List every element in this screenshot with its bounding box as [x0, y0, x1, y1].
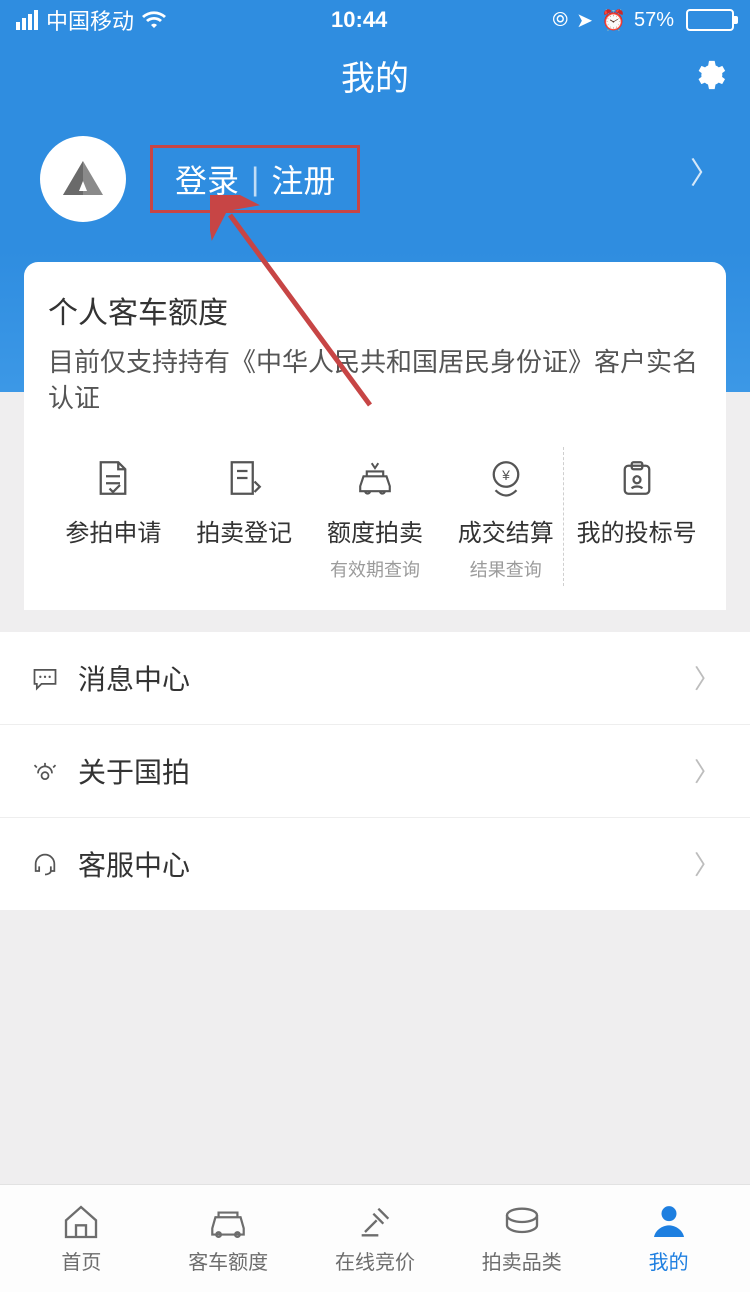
action-settlement[interactable]: ¥ 成交结算 结果查询 [440, 451, 571, 582]
gavel-icon [355, 1198, 395, 1242]
auction-icon [352, 451, 398, 505]
quota-card: 个人客车额度 目前仅支持持有《中华人民共和国居民身份证》客户实名认证 参拍申请 … [24, 262, 726, 610]
status-left: 中国移动 [16, 4, 166, 36]
list-item-support[interactable]: 客服中心 〉 [0, 818, 750, 910]
chevron-right-icon: 〉 [694, 845, 720, 882]
list-label: 消息中心 [78, 658, 190, 698]
battery-pct: 57% [634, 9, 674, 32]
list-label: 客服中心 [78, 844, 190, 884]
tab-bidding[interactable]: 在线竞价 [302, 1198, 449, 1275]
alarm-icon: ⏰ [601, 8, 626, 33]
tab-home[interactable]: 首页 [8, 1198, 155, 1275]
tab-mine[interactable]: 我的 [595, 1198, 742, 1275]
action-sublabel: 有效期查询 [330, 556, 420, 582]
status-right: ⦾ ➤ ⏰ 57% [552, 8, 734, 33]
category-icon [502, 1198, 542, 1242]
action-label: 我的投标号 [577, 513, 697, 548]
separator: | [251, 161, 259, 198]
chevron-right-icon: 〉 [690, 148, 720, 192]
user-icon [649, 1198, 689, 1242]
wifi-icon [142, 11, 166, 29]
tab-bar: 首页 客车额度 在线竞价 拍卖品类 我的 [0, 1184, 750, 1292]
register-icon [223, 451, 265, 505]
title-row: 我的 [0, 40, 750, 110]
action-label: 拍卖登记 [196, 513, 292, 548]
login-row[interactable]: 登录 | 注册 〉 [0, 110, 750, 222]
carrier-label: 中国移动 [46, 4, 134, 36]
page-title: 我的 [341, 51, 409, 100]
car-icon [206, 1198, 250, 1242]
register-label: 注册 [271, 156, 335, 202]
avatar-placeholder-icon [59, 155, 107, 203]
tab-label: 在线竞价 [335, 1246, 415, 1275]
bidno-icon [616, 451, 658, 505]
location-icon: ➤ [576, 8, 593, 33]
chevron-right-icon: 〉 [694, 659, 720, 696]
card-desc: 目前仅支持持有《中华人民共和国居民身份证》客户实名认证 [48, 344, 702, 417]
tab-label: 拍卖品类 [482, 1246, 562, 1275]
tab-label: 客车额度 [188, 1246, 268, 1275]
avatar [40, 136, 126, 222]
gear-icon [692, 58, 726, 92]
action-auction[interactable]: 额度拍卖 有效期查询 [310, 451, 441, 582]
action-register[interactable]: 拍卖登记 [179, 451, 310, 548]
settlement-icon: ¥ [485, 451, 527, 505]
home-icon [61, 1198, 101, 1242]
action-sublabel: 结果查询 [470, 556, 542, 582]
action-row: 参拍申请 拍卖登记 额度拍卖 有效期查询 ¥ 成交结算 结果查询 [48, 451, 702, 582]
message-icon [30, 664, 60, 692]
action-label: 成交结算 [458, 513, 554, 548]
battery-icon [686, 9, 734, 31]
action-apply[interactable]: 参拍申请 [48, 451, 179, 548]
signal-icon [16, 10, 38, 30]
lock-icon: ⦾ [552, 9, 568, 32]
menu-list: 消息中心 〉 关于国拍 〉 客服中心 〉 [0, 632, 750, 910]
list-item-messages[interactable]: 消息中心 〉 [0, 632, 750, 725]
card-title: 个人客车额度 [48, 288, 702, 332]
login-register-button[interactable]: 登录 | 注册 [150, 145, 360, 213]
svg-text:¥: ¥ [501, 467, 510, 483]
tab-categories[interactable]: 拍卖品类 [448, 1198, 595, 1275]
list-label: 关于国拍 [78, 751, 190, 791]
list-item-about[interactable]: 关于国拍 〉 [0, 725, 750, 818]
action-label: 参拍申请 [65, 513, 161, 548]
login-label: 登录 [175, 156, 239, 202]
chevron-right-icon: 〉 [694, 752, 720, 789]
status-time: 10:44 [331, 7, 387, 33]
apply-icon [92, 451, 134, 505]
tab-label: 我的 [649, 1246, 689, 1275]
about-icon [30, 757, 60, 785]
status-bar: 中国移动 10:44 ⦾ ➤ ⏰ 57% [0, 0, 750, 40]
tab-quota[interactable]: 客车额度 [155, 1198, 302, 1275]
support-icon [30, 850, 60, 878]
action-bidno[interactable]: 我的投标号 [571, 451, 702, 548]
tab-label: 首页 [61, 1246, 101, 1275]
action-label: 额度拍卖 [327, 513, 423, 548]
settings-button[interactable] [692, 58, 726, 92]
